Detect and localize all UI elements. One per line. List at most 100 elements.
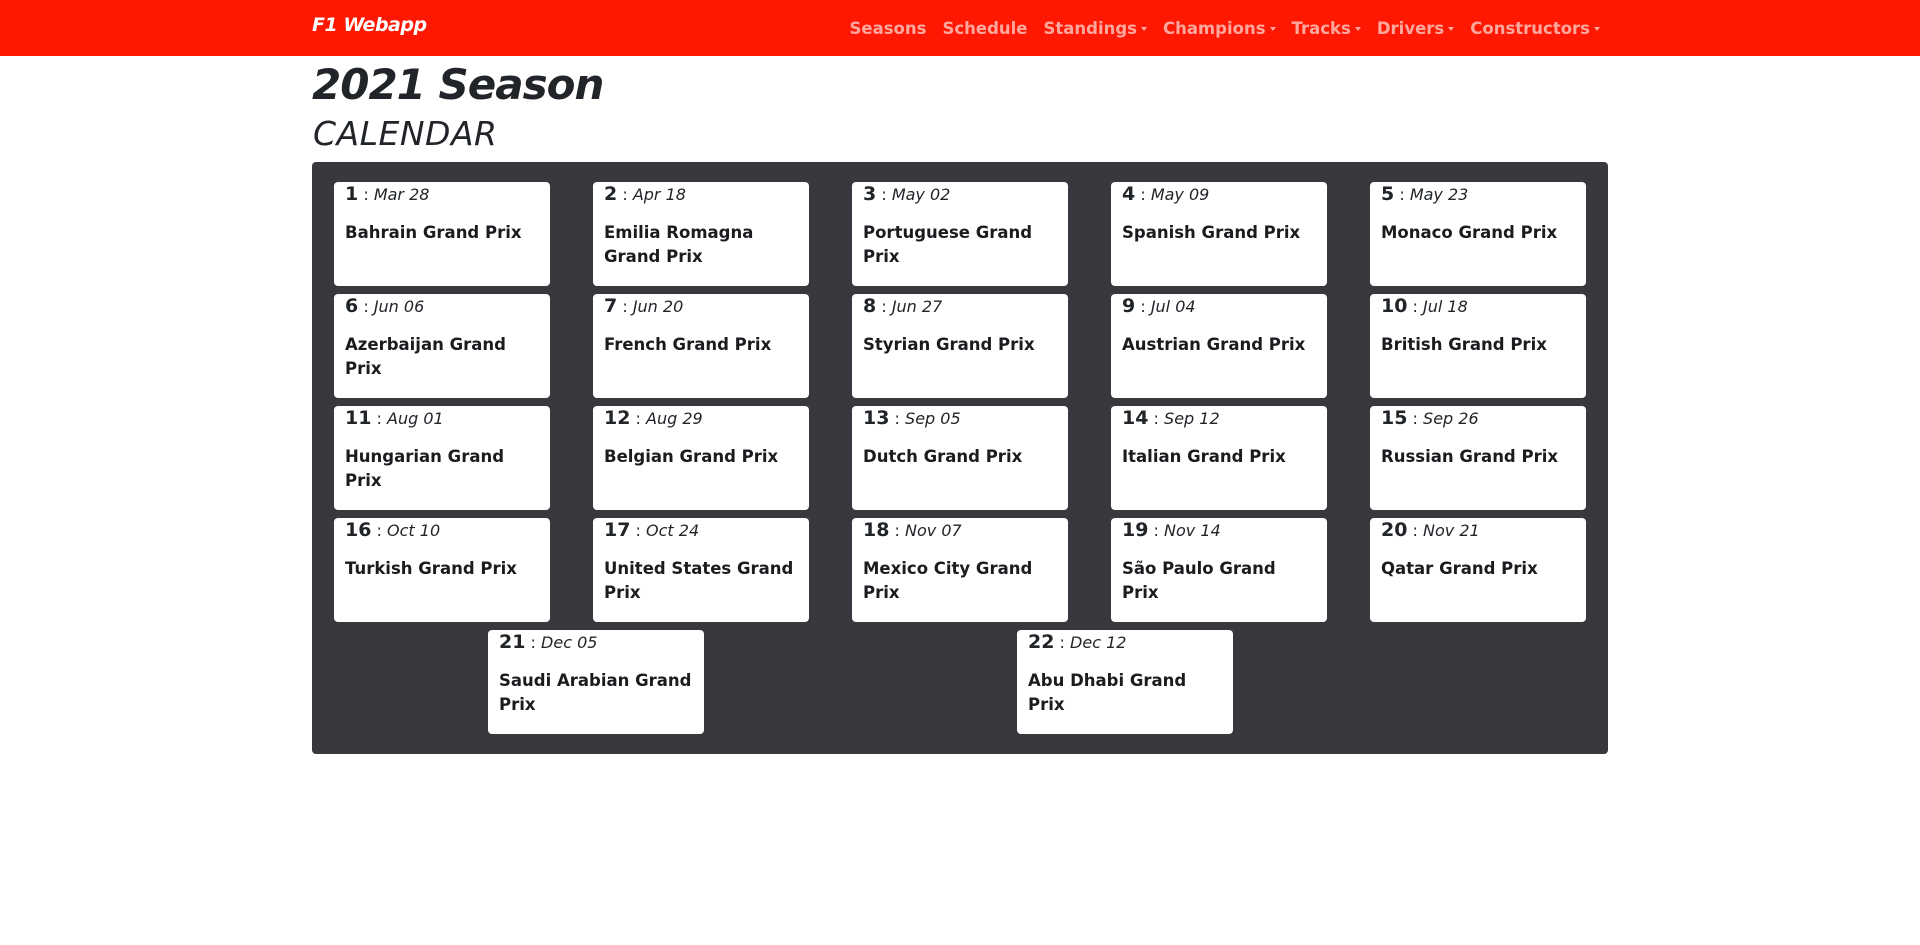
race-name: Azerbaijan Grand Prix bbox=[345, 335, 506, 378]
nav-dropdown-standings[interactable]: Standings bbox=[1043, 19, 1147, 38]
race-card[interactable]: 16 : Oct 10 Turkish Grand Prix bbox=[334, 518, 550, 622]
race-name: French Grand Prix bbox=[604, 335, 772, 354]
race-card-header: 11 : Aug 01 bbox=[345, 407, 539, 431]
race-card-header: 2 : Apr 18 bbox=[604, 183, 798, 207]
nav-link-seasons[interactable]: Seasons bbox=[850, 19, 927, 38]
race-date: Dec 05 bbox=[541, 633, 598, 652]
race-name: Portuguese Grand Prix bbox=[863, 223, 1033, 266]
caret-down-icon bbox=[1140, 27, 1147, 31]
race-name: Spanish Grand Prix bbox=[1122, 223, 1301, 242]
race-round: 7 bbox=[604, 295, 618, 317]
race-card[interactable]: 17 : Oct 24 United States Grand Prix bbox=[593, 518, 809, 622]
nav-dropdown-constructors[interactable]: Constructors bbox=[1470, 19, 1600, 38]
race-card-header: 5 : May 23 bbox=[1381, 183, 1575, 207]
race-name: Saudi Arabian Grand Prix bbox=[499, 671, 692, 714]
race-round: 21 bbox=[499, 631, 526, 653]
round-date-separator: : bbox=[363, 185, 369, 204]
caret-down-icon bbox=[1594, 27, 1600, 31]
race-card[interactable]: 9 : Jul 04 Austrian Grand Prix bbox=[1111, 294, 1327, 398]
race-card-header: 7 : Jun 20 bbox=[604, 295, 798, 319]
race-date: Nov 14 bbox=[1164, 521, 1221, 540]
calendar-panel: 1 : Mar 28 Bahrain Grand Prix 2 : Apr 18 Em… bbox=[312, 162, 1608, 754]
race-round: 3 bbox=[863, 183, 877, 205]
race-card-header: 18 : Nov 07 bbox=[863, 519, 1057, 543]
race-card[interactable]: 12 : Aug 29 Belgian Grand Prix bbox=[593, 406, 809, 510]
nav-link-label: Champions bbox=[1162, 18, 1266, 38]
race-card[interactable]: 21 : Dec 05 Saudi Arabian Grand Prix bbox=[488, 630, 704, 734]
race-round: 22 bbox=[1028, 631, 1055, 653]
nav-link-label: Constructors bbox=[1470, 18, 1590, 38]
race-card[interactable]: 10 : Jul 18 British Grand Prix bbox=[1370, 294, 1586, 398]
round-date-separator: : bbox=[1059, 633, 1065, 652]
race-card[interactable]: 8 : Jun 27 Styrian Grand Prix bbox=[852, 294, 1068, 398]
caret-down-icon bbox=[1269, 27, 1276, 31]
nav-dropdown-drivers[interactable]: Drivers bbox=[1377, 19, 1455, 38]
race-card-header: 1 : Mar 28 bbox=[345, 183, 539, 207]
race-grid-last-row: 21 : Dec 05 Saudi Arabian Grand Prix 22 : … bbox=[312, 630, 1608, 734]
round-date-separator: : bbox=[894, 409, 900, 428]
race-card[interactable]: 7 : Jun 20 French Grand Prix bbox=[593, 294, 809, 398]
race-date: Aug 29 bbox=[646, 409, 703, 428]
race-name: United States Grand Prix bbox=[604, 559, 794, 602]
race-card-header: 21 : Dec 05 bbox=[499, 631, 693, 655]
race-round: 20 bbox=[1381, 519, 1408, 541]
race-card-header: 19 : Nov 14 bbox=[1122, 519, 1316, 543]
race-card-header: 10 : Jul 18 bbox=[1381, 295, 1575, 319]
race-card[interactable]: 5 : May 23 Monaco Grand Prix bbox=[1370, 182, 1586, 286]
race-card[interactable]: 19 : Nov 14 São Paulo Grand Prix bbox=[1111, 518, 1327, 622]
round-date-separator: : bbox=[881, 297, 887, 316]
race-round: 16 bbox=[345, 519, 372, 541]
race-date: Sep 26 bbox=[1423, 409, 1479, 428]
race-card-header: 3 : May 02 bbox=[863, 183, 1057, 207]
race-round: 17 bbox=[604, 519, 631, 541]
race-name: Emilia Romagna Grand Prix bbox=[604, 223, 754, 266]
race-card-header: 8 : Jun 27 bbox=[863, 295, 1057, 319]
race-card[interactable]: 11 : Aug 01 Hungarian Grand Prix bbox=[334, 406, 550, 510]
race-date: Aug 01 bbox=[387, 409, 444, 428]
race-card[interactable]: 6 : Jun 06 Azerbaijan Grand Prix bbox=[334, 294, 550, 398]
round-date-separator: : bbox=[1140, 185, 1146, 204]
race-date: Mar 28 bbox=[373, 185, 430, 204]
race-round: 10 bbox=[1381, 295, 1408, 317]
navbar: F1 Webapp Seasons Schedule Standings Cha… bbox=[0, 0, 1920, 56]
race-round: 1 bbox=[345, 183, 359, 205]
race-date: Oct 24 bbox=[646, 521, 700, 540]
round-date-separator: : bbox=[530, 633, 536, 652]
race-round: 18 bbox=[863, 519, 890, 541]
race-date: Oct 10 bbox=[387, 521, 441, 540]
round-date-separator: : bbox=[376, 409, 382, 428]
caret-down-icon bbox=[1448, 27, 1455, 31]
race-card-header: 14 : Sep 12 bbox=[1122, 407, 1316, 431]
race-card-header: 6 : Jun 06 bbox=[345, 295, 539, 319]
race-card[interactable]: 14 : Sep 12 Italian Grand Prix bbox=[1111, 406, 1327, 510]
nav-link-schedule[interactable]: Schedule bbox=[942, 19, 1027, 38]
race-round: 19 bbox=[1122, 519, 1149, 541]
race-card-header: 9 : Jul 04 bbox=[1122, 295, 1316, 319]
race-name: Hungarian Grand Prix bbox=[345, 447, 505, 490]
race-card[interactable]: 15 : Sep 26 Russian Grand Prix bbox=[1370, 406, 1586, 510]
race-card[interactable]: 22 : Dec 12 Abu Dhabi Grand Prix bbox=[1017, 630, 1233, 734]
nav-dropdown-champions[interactable]: Champions bbox=[1163, 19, 1276, 38]
race-card[interactable]: 4 : May 09 Spanish Grand Prix bbox=[1111, 182, 1327, 286]
race-card[interactable]: 2 : Apr 18 Emilia Romagna Grand Prix bbox=[593, 182, 809, 286]
race-date: Nov 07 bbox=[905, 521, 962, 540]
round-date-separator: : bbox=[1153, 409, 1159, 428]
race-card[interactable]: 1 : Mar 28 Bahrain Grand Prix bbox=[334, 182, 550, 286]
nav-dropdown-tracks[interactable]: Tracks bbox=[1292, 19, 1361, 38]
race-round: 12 bbox=[604, 407, 631, 429]
race-grid: 1 : Mar 28 Bahrain Grand Prix 2 : Apr 18 Em… bbox=[334, 182, 1586, 622]
caret-down-icon bbox=[1354, 27, 1361, 31]
round-date-separator: : bbox=[894, 521, 900, 540]
race-date: Jul 04 bbox=[1150, 297, 1196, 316]
race-card[interactable]: 13 : Sep 05 Dutch Grand Prix bbox=[852, 406, 1068, 510]
race-card-header: 20 : Nov 21 bbox=[1381, 519, 1575, 543]
round-date-separator: : bbox=[1153, 521, 1159, 540]
race-card[interactable]: 3 : May 02 Portuguese Grand Prix bbox=[852, 182, 1068, 286]
race-card[interactable]: 18 : Nov 07 Mexico City Grand Prix bbox=[852, 518, 1068, 622]
round-date-separator: : bbox=[881, 185, 887, 204]
race-card-header: 4 : May 09 bbox=[1122, 183, 1316, 207]
race-card[interactable]: 20 : Nov 21 Qatar Grand Prix bbox=[1370, 518, 1586, 622]
brand-logo[interactable]: F1 Webapp bbox=[312, 14, 427, 36]
race-name: Abu Dhabi Grand Prix bbox=[1028, 671, 1187, 714]
race-round: 5 bbox=[1381, 183, 1395, 205]
